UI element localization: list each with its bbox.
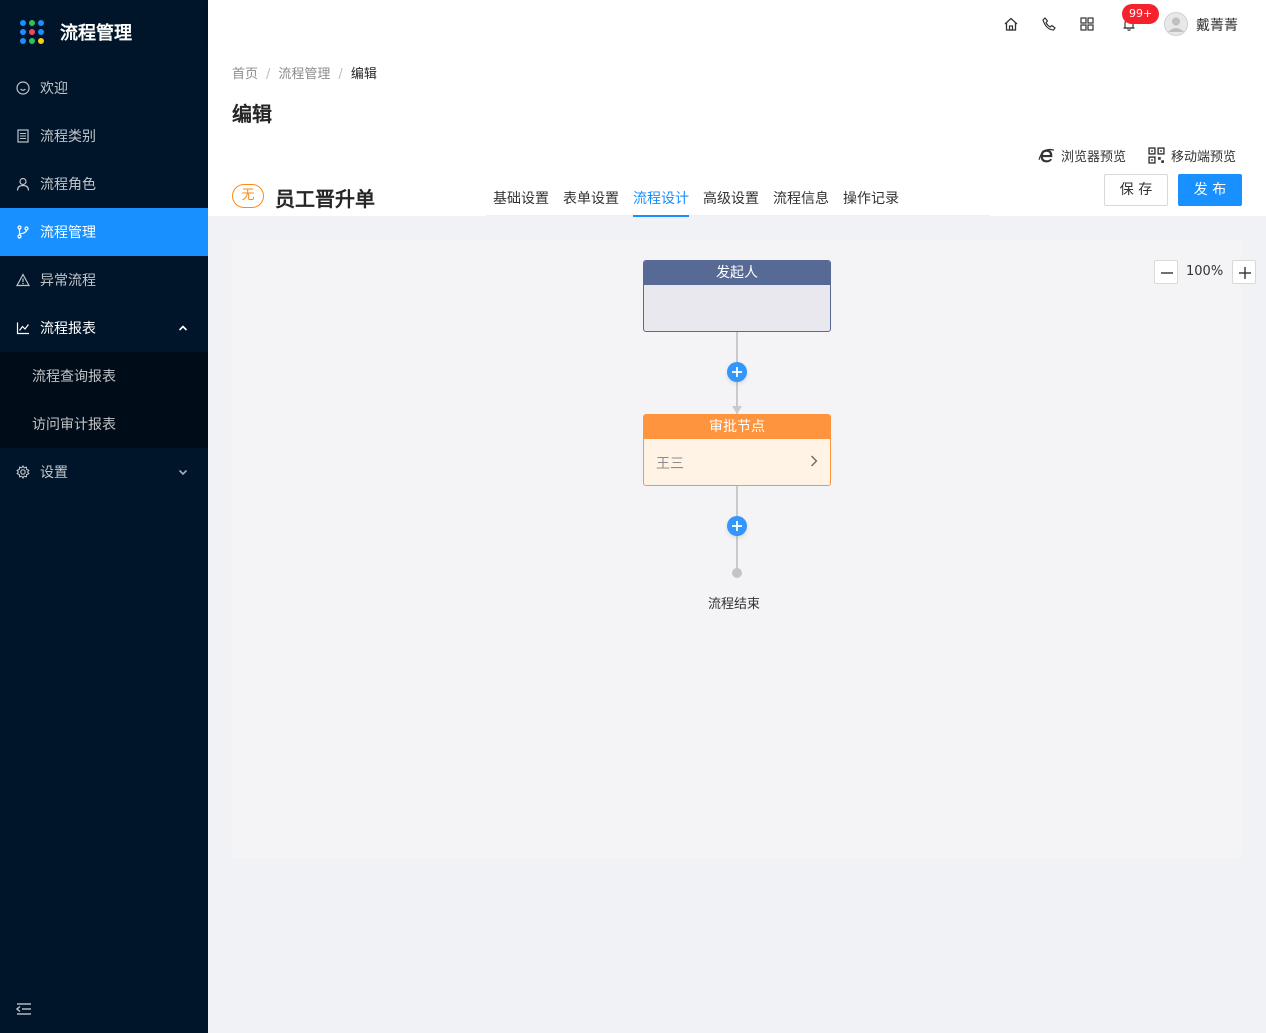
approval-node[interactable]: 审批节点 王三 (643, 414, 831, 486)
zoom-in-button[interactable] (1232, 260, 1256, 284)
end-node-dot (732, 568, 742, 578)
sidebar-item-report[interactable]: 流程报表 (0, 304, 208, 352)
tab-operation-log[interactable]: 操作记录 (836, 174, 906, 216)
breadcrumb-home[interactable]: 首页 (232, 67, 258, 82)
plus-icon (732, 521, 742, 531)
branch-icon (16, 225, 30, 239)
apps-icon[interactable] (1079, 16, 1095, 32)
connector-arrow (732, 406, 742, 414)
sidebar-item-role[interactable]: 流程角色 (0, 160, 208, 208)
add-node-button[interactable] (727, 362, 747, 382)
approval-node-title: 审批节点 (644, 415, 830, 439)
username[interactable]: 戴菁菁 (1196, 15, 1238, 35)
start-node[interactable]: 发起人 (643, 260, 831, 332)
minus-icon (1161, 272, 1173, 274)
zoom-out-button[interactable] (1154, 260, 1178, 284)
sidebar-item-label: 流程类别 (40, 129, 96, 145)
chevron-down-icon (176, 465, 190, 479)
user-icon (16, 177, 30, 191)
mobile-preview-link[interactable]: 移动端预览 (1148, 146, 1236, 165)
sidebar-item-label: 欢迎 (40, 81, 68, 97)
start-node-content (644, 285, 830, 331)
status-badge: 无 (232, 184, 264, 208)
end-node-label: 流程结束 (708, 597, 761, 612)
qrcode-icon (1148, 147, 1165, 164)
save-button[interactable]: 保 存 (1104, 174, 1168, 206)
tab-advanced-settings[interactable]: 高级设置 (696, 174, 766, 216)
page-title: 编辑 (232, 102, 272, 126)
sidebar-item-label: 流程管理 (40, 225, 96, 241)
chevron-right-icon[interactable] (808, 455, 820, 471)
breadcrumb-process-management[interactable]: 流程管理 (278, 67, 330, 82)
avatar[interactable] (1164, 12, 1188, 36)
tab-process-info[interactable]: 流程信息 (766, 174, 836, 216)
smile-icon (16, 81, 30, 95)
setting-icon (16, 465, 30, 479)
sidebar-item-label: 流程查询报表 (32, 369, 116, 385)
tab-form-settings[interactable]: 表单设置 (556, 174, 626, 216)
notification-badge: 99+ (1122, 4, 1160, 24)
publish-button[interactable]: 发 布 (1178, 174, 1242, 206)
sidebar: 流程管理 欢迎 流程类别 流程角色 流程管理 异常流程 流程报表 流程查询报表 … (0, 0, 208, 1033)
home-icon[interactable] (1003, 16, 1019, 32)
top-header: 99+ 戴菁菁 (208, 0, 1266, 48)
sidebar-item-welcome[interactable]: 欢迎 (0, 64, 208, 112)
tab-basic-settings[interactable]: 基础设置 (486, 174, 556, 216)
sidebar-item-exception[interactable]: 异常流程 (0, 256, 208, 304)
sidebar-item-process-management[interactable]: 流程管理 (0, 208, 208, 256)
page-header: 首页 / 流程管理 / 编辑 编辑 浏览器预览 移动端预览 无 员工晋升单 基础设置 表… (208, 48, 1266, 217)
sidebar-item-label: 设置 (40, 465, 68, 481)
sidebar-item-audit-report[interactable]: 访问审计报表 (0, 400, 208, 448)
sidebar-item-label: 访问审计报表 (32, 417, 116, 433)
line-chart-icon (16, 321, 30, 335)
approver-name: 王三 (656, 456, 684, 472)
sidebar-item-label: 流程报表 (40, 321, 96, 337)
sidebar-item-query-report[interactable]: 流程查询报表 (0, 352, 208, 400)
tabs: 基础设置 表单设置 流程设计 高级设置 流程信息 操作记录 (486, 174, 990, 217)
plus-icon (1239, 267, 1251, 279)
chevron-up-icon (176, 321, 190, 335)
sidebar-item-settings[interactable]: 设置 (0, 448, 208, 496)
start-node-title: 发起人 (644, 261, 830, 285)
warning-icon (16, 273, 30, 287)
browser-preview-link[interactable]: 浏览器预览 (1038, 146, 1126, 165)
form-name: 员工晋升单 (275, 187, 375, 211)
sidebar-item-label: 流程角色 (40, 177, 96, 193)
report-submenu: 流程查询报表 访问审计报表 (0, 352, 208, 448)
approval-node-content: 王三 (644, 439, 830, 485)
browser-e-icon (1038, 148, 1055, 163)
sidebar-item-category[interactable]: 流程类别 (0, 112, 208, 160)
list-icon (16, 129, 30, 143)
app-grid-icon (20, 20, 44, 44)
browser-preview-label: 浏览器预览 (1061, 150, 1127, 165)
breadcrumb-current: 编辑 (350, 67, 377, 82)
breadcrumb: 首页 / 流程管理 / 编辑 (232, 67, 377, 82)
flow-canvas[interactable]: 100% 发起人 审批节点 王三 流程结束 (232, 240, 1256, 858)
phone-icon[interactable] (1041, 16, 1057, 32)
menu-fold-icon[interactable] (15, 1001, 32, 1017)
plus-icon (732, 367, 742, 377)
tab-process-design[interactable]: 流程设计 (626, 174, 696, 217)
zoom-level: 100% (1186, 264, 1224, 279)
add-node-button[interactable] (727, 516, 747, 536)
logo[interactable]: 流程管理 (0, 0, 208, 64)
mobile-preview-label: 移动端预览 (1171, 150, 1237, 165)
app-title: 流程管理 (60, 23, 132, 44)
sidebar-item-label: 异常流程 (40, 273, 96, 289)
